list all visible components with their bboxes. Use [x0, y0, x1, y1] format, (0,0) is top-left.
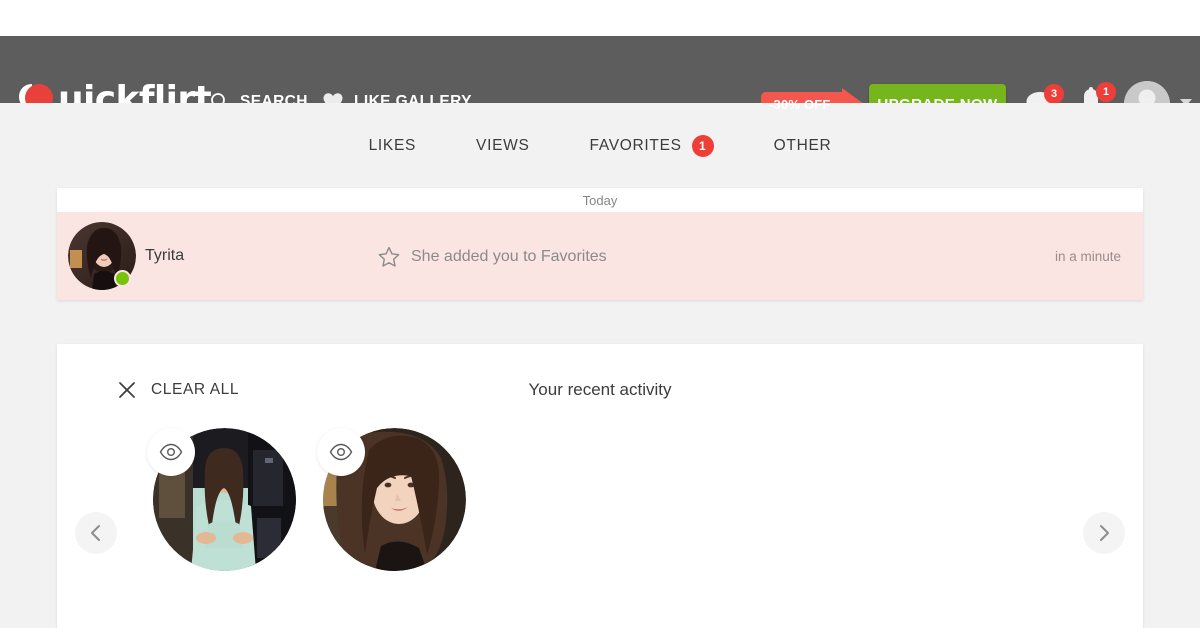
activity-carousel: [57, 428, 1143, 628]
chevron-left-icon: [91, 525, 100, 541]
viewed-badge[interactable]: [317, 428, 365, 476]
activity-item[interactable]: [317, 428, 472, 571]
promo-label: -30% OFF: [769, 96, 831, 112]
notifications-card: Today Tyrita She added you to Favorites …: [57, 188, 1143, 300]
carousel-next-button[interactable]: [1083, 512, 1125, 554]
activity-tabs: LIKES VIEWS FAVORITES 1 OTHER: [0, 128, 1200, 164]
tab-favorites-badge: 1: [691, 135, 714, 157]
recent-activity-title: Your recent activity: [528, 380, 672, 399]
tab-other[interactable]: OTHER: [744, 137, 862, 155]
eye-icon: [159, 443, 183, 461]
activity-thumbnails: [147, 428, 472, 571]
notification-user-name[interactable]: Tyrita: [145, 247, 184, 265]
page-root: uickflirt SEARCH LIKE GALLERY -30% OFF U…: [0, 0, 1200, 628]
notification-timestamp: in a minute: [1054, 249, 1121, 264]
tab-favorites-label: FAVORITES: [589, 137, 682, 154]
recent-activity-panel: CLEAR ALL Your recent activity: [57, 344, 1143, 628]
activity-item[interactable]: [147, 428, 302, 571]
promo-discount-banner[interactable]: -30% OFF: [760, 88, 865, 120]
tab-favorites[interactable]: FAVORITES 1: [560, 135, 744, 157]
tab-likes[interactable]: LIKES: [339, 137, 446, 155]
notifications-badge: 1: [1096, 82, 1116, 102]
tab-likes-label: LIKES: [368, 137, 417, 154]
tab-views-label: VIEWS: [476, 137, 530, 154]
tab-views[interactable]: VIEWS: [446, 137, 559, 155]
site-header: uickflirt SEARCH LIKE GALLERY -30% OFF U…: [0, 36, 1200, 127]
messages-badge: 3: [1044, 84, 1064, 104]
chevron-right-icon: [1100, 525, 1109, 541]
tab-other-label: OTHER: [773, 137, 832, 154]
eye-icon: [329, 443, 353, 461]
star-outline-icon: [378, 246, 400, 267]
viewed-badge[interactable]: [147, 428, 195, 476]
notification-row[interactable]: Tyrita She added you to Favorites in a m…: [57, 212, 1143, 300]
top-white-strip: [0, 0, 1200, 36]
online-status-dot: [114, 270, 131, 287]
notification-message: She added you to Favorites: [377, 245, 607, 269]
carousel-prev-button[interactable]: [75, 512, 117, 554]
date-group-label: Today: [582, 192, 618, 208]
notification-message-text: She added you to Favorites: [411, 248, 607, 265]
